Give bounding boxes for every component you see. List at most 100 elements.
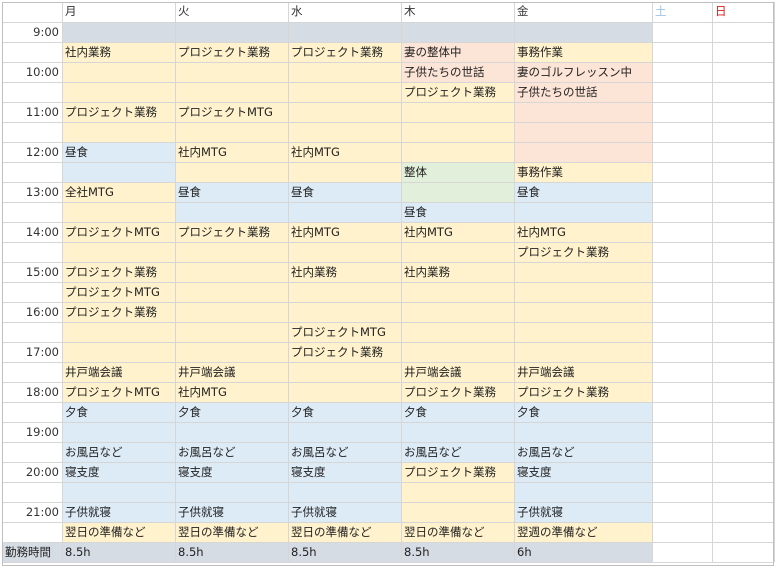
day-header-1[interactable]: 月 [62, 2, 175, 22]
column-gridline [774, 2, 775, 562]
schedule-event[interactable]: プロジェクト業務 [62, 302, 175, 362]
schedule-event[interactable]: お風呂など [514, 442, 652, 462]
working-hours-value[interactable]: 8.5h [175, 542, 288, 562]
time-label: 9:00 [33, 25, 59, 39]
row-gridline [2, 82, 774, 83]
schedule-event[interactable]: 井戸端会議 [62, 362, 175, 382]
row-gridline [2, 142, 774, 143]
working-hours-value[interactable]: 8.5h [401, 542, 514, 562]
schedule-event[interactable]: 妻の整体中 [401, 42, 514, 62]
schedule-event[interactable]: プロジェクト業務 [401, 382, 514, 402]
schedule-event[interactable]: 事務作業 [514, 162, 652, 182]
schedule-event[interactable]: 社内MTG [175, 382, 288, 402]
row-gridline [2, 402, 774, 403]
schedule-event[interactable]: プロジェクトMTG [62, 282, 175, 302]
working-hours-value[interactable] [712, 542, 774, 562]
time-label: 11:00 [25, 105, 59, 119]
day-header-7[interactable]: 日 [712, 2, 774, 22]
schedule-event[interactable]: プロジェクト業務 [62, 262, 175, 282]
weekly-schedule-grid: 社内業務 プロジェクト業務 昼食 全社MTG プロジェクトMTG プロジェクト業務 プロジェ… [2, 2, 775, 566]
schedule-event[interactable]: お風呂など [62, 442, 175, 462]
time-label: 19:00 [25, 425, 59, 439]
schedule-event[interactable]: 翌日の準備など [175, 522, 288, 542]
row-gridline [2, 562, 774, 563]
row-gridline [2, 122, 774, 123]
row-gridline [2, 482, 774, 483]
row-gridline [2, 42, 774, 43]
column-gridline [401, 2, 402, 562]
row-gridline [2, 182, 774, 183]
schedule-event[interactable]: 子供就寝 [514, 502, 652, 522]
schedule-event[interactable]: 翌日の準備など [288, 522, 401, 542]
schedule-event[interactable]: 社内業務 [62, 42, 175, 102]
row-gridline [2, 262, 774, 263]
column-gridline [175, 2, 176, 562]
schedule-event[interactable]: プロジェクト業務 [288, 342, 401, 402]
row-gridline [2, 362, 774, 363]
schedule-event[interactable]: 社内MTG [514, 222, 652, 242]
column-gridline [62, 2, 63, 562]
schedule-event[interactable]: 子供就寝 [62, 502, 175, 522]
column-gridline [712, 2, 713, 562]
start-row-band [62, 22, 652, 42]
schedule-event[interactable]: 翌日の準備など [62, 522, 175, 542]
day-header-6[interactable]: 土 [652, 2, 712, 22]
column-gridline [288, 2, 289, 562]
schedule-event[interactable]: 事務作業 [514, 42, 652, 62]
schedule-event[interactable]: 井戸端会議 [401, 362, 514, 382]
schedule-event[interactable]: 井戸端会議 [175, 362, 288, 382]
row-gridline [2, 502, 774, 503]
schedule-event[interactable]: プロジェクトMTG [62, 382, 175, 402]
row-gridline [2, 282, 774, 283]
time-label: 15:00 [25, 265, 59, 279]
schedule-event[interactable]: 子供就寝 [288, 502, 401, 522]
schedule-event[interactable]: 子供たちの世話 [401, 62, 514, 82]
corner-cell[interactable] [2, 2, 62, 22]
schedule-event[interactable]: 翌週の準備など [514, 522, 652, 542]
schedule-event[interactable]: プロジェクト業務 [514, 382, 652, 402]
time-label: 21:00 [25, 505, 59, 519]
row-gridline [2, 222, 774, 223]
schedule-event[interactable]: お風呂など [401, 442, 514, 462]
row-gridline [2, 102, 774, 103]
schedule-event[interactable]: 井戸端会議 [514, 362, 652, 382]
schedule-event[interactable]: プロジェクト業務 [175, 222, 288, 362]
row-gridline [2, 242, 774, 243]
time-label: 13:00 [25, 185, 59, 199]
schedule-event[interactable]: 妻のゴルフレッスン中 [514, 62, 652, 82]
day-header-3[interactable]: 水 [288, 2, 401, 22]
schedule-event[interactable]: プロジェクト業務 [175, 42, 288, 102]
schedule-event[interactable]: 社内業務 [401, 262, 514, 362]
row-gridline [2, 62, 774, 63]
time-label: 20:00 [25, 465, 59, 479]
schedule-event[interactable]: 子供就寝 [175, 502, 288, 522]
day-header-5[interactable]: 金 [514, 2, 652, 22]
row-gridline [2, 162, 774, 163]
row-gridline [2, 422, 774, 423]
row-gridline [2, 202, 774, 203]
row-gridline [2, 342, 774, 343]
working-hours-value[interactable]: 8.5h [62, 542, 175, 562]
day-header-2[interactable]: 火 [175, 2, 288, 22]
day-header-4[interactable]: 木 [401, 2, 514, 22]
schedule-event[interactable]: プロジェクト業務 [288, 42, 401, 142]
working-hours-value[interactable]: 8.5h [288, 542, 401, 562]
working-hours-label: 勤務時間 [5, 545, 51, 559]
time-label: 14:00 [25, 225, 59, 239]
schedule-event[interactable]: お風呂など [175, 442, 288, 462]
row-gridline [2, 302, 774, 303]
working-hours-value[interactable] [652, 542, 712, 562]
working-hours-value[interactable]: 6h [514, 542, 652, 562]
row-gridline [2, 382, 774, 383]
schedule-event[interactable]: プロジェクト業務 [401, 462, 514, 522]
time-label: 12:00 [25, 145, 59, 159]
row-gridline [2, 22, 774, 23]
schedule-event[interactable]: 社内業務 [288, 262, 401, 322]
schedule-event[interactable]: お風呂など [288, 442, 401, 462]
row-gridline [2, 322, 774, 323]
schedule-event[interactable]: 翌日の準備など [401, 522, 514, 542]
schedule-event[interactable]: プロジェクトMTG [288, 322, 401, 342]
time-label: 17:00 [25, 345, 59, 359]
row-gridline [2, 442, 774, 443]
schedule-event[interactable]: 昼食 [401, 202, 514, 222]
